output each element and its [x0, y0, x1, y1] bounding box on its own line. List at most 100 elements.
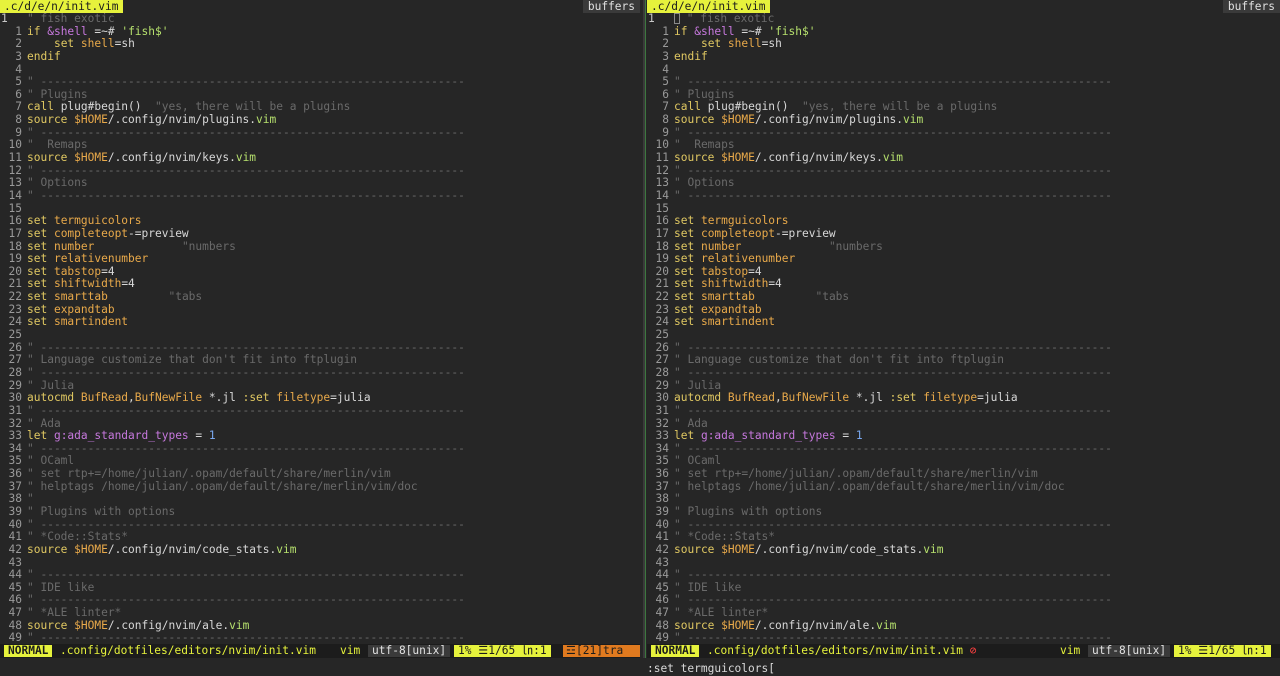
code-line[interactable]: 7 call plug#begin() "yes, there will be a… [647, 101, 1280, 114]
code-line[interactable]: 25 [0, 329, 640, 342]
code-line[interactable]: 42 source $HOME/.config/nvim/code_stats.v… [647, 544, 1280, 557]
code-line[interactable]: 33 let g:ada_standard_types = 1 [0, 430, 640, 443]
code-line[interactable]: 24 set smartindent [0, 316, 640, 329]
code-line[interactable]: 46 " ------------------------------------… [647, 594, 1280, 607]
code-line[interactable]: 12 " ------------------------------------… [647, 165, 1280, 178]
code-line[interactable]: 6 " Plugins [0, 89, 640, 102]
code-line[interactable]: 18 set number "numbers [0, 241, 640, 254]
code-line[interactable]: 46 " ------------------------------------… [0, 594, 640, 607]
code-line[interactable]: 3 endif [0, 51, 640, 64]
code-line[interactable]: 12 " ------------------------------------… [0, 165, 640, 178]
code-line[interactable]: 27 " Language customize that don't fit in… [0, 354, 640, 367]
code-line[interactable]: 17 set completeopt-=preview [0, 228, 640, 241]
code-line[interactable]: 2 set shell=sh [647, 38, 1280, 51]
code-line[interactable]: 4 [0, 64, 640, 77]
code-line[interactable]: 29 " Julia [647, 380, 1280, 393]
command-line[interactable]: :set termguicolors[ [647, 662, 775, 676]
code-line[interactable]: 32 " Ada [647, 418, 1280, 431]
code-line[interactable]: 13 " Options [647, 177, 1280, 190]
code-line[interactable]: 21 set shiftwidth=4 [647, 278, 1280, 291]
code-line[interactable]: 37 " helptags /home/julian/.opam/default/… [0, 481, 640, 494]
code-line[interactable]: 13 " Options [0, 177, 640, 190]
code-line[interactable]: 36 " set rtp+=/home/julian/.opam/default/… [0, 468, 640, 481]
code-line[interactable]: 39 " Plugins with options [647, 506, 1280, 519]
code-line[interactable]: 20 set tabstop=4 [0, 266, 640, 279]
code-line[interactable]: 21 set shiftwidth=4 [0, 278, 640, 291]
code-line[interactable]: 33 let g:ada_standard_types = 1 [647, 430, 1280, 443]
code-line[interactable]: 22 set smarttab "tabs [0, 291, 640, 304]
code-line[interactable]: 34 " ------------------------------------… [0, 443, 640, 456]
code-line[interactable]: 39 " Plugins with options [0, 506, 640, 519]
code-line[interactable]: 24 set smartindent [647, 316, 1280, 329]
right-window[interactable]: .c/d/e/n/init.vim buffers 1 " fish exoti… [647, 0, 1280, 658]
code-line[interactable]: 16 set termguicolors [647, 215, 1280, 228]
code-line[interactable]: 1 " fish exotic [647, 13, 1280, 26]
left-buffers-label[interactable]: buffers [582, 0, 640, 13]
code-line[interactable]: 10 " Remaps [0, 139, 640, 152]
code-line[interactable]: 20 set tabstop=4 [647, 266, 1280, 279]
code-line[interactable]: 23 set expandtab [0, 304, 640, 317]
code-line[interactable]: 8 source $HOME/.config/nvim/plugins.vim [647, 114, 1280, 127]
code-line[interactable]: 4 [647, 64, 1280, 77]
code-line[interactable]: 31 " ------------------------------------… [0, 405, 640, 418]
code-line[interactable]: 44 " ------------------------------------… [0, 569, 640, 582]
code-line[interactable]: 30 autocmd BufRead,BufNewFile *.jl :set f… [0, 392, 640, 405]
left-warning-indicator[interactable]: ☲[21]tra [563, 645, 640, 657]
code-line[interactable]: 11 source $HOME/.config/nvim/keys.vim [647, 152, 1280, 165]
code-line[interactable]: 9 " -------------------------------------… [0, 127, 640, 140]
code-line[interactable]: 1 if &shell =~# 'fish$' [647, 26, 1280, 39]
code-line[interactable]: 27 " Language customize that don't fit in… [647, 354, 1280, 367]
vertical-split-divider[interactable] [640, 0, 647, 676]
code-line[interactable]: 23 set expandtab [647, 304, 1280, 317]
code-line[interactable]: 25 [647, 329, 1280, 342]
code-line[interactable]: 35 " OCaml [0, 455, 640, 468]
code-line[interactable]: 10 " Remaps [647, 139, 1280, 152]
code-line[interactable]: 41 " *Code::Stats* [647, 531, 1280, 544]
code-line[interactable]: 32 " Ada [0, 418, 640, 431]
code-line[interactable]: 40 " ------------------------------------… [647, 519, 1280, 532]
code-line[interactable]: 1 if &shell =~# 'fish$' [0, 26, 640, 39]
code-line[interactable]: 18 set number "numbers [647, 241, 1280, 254]
code-line[interactable]: 26 " ------------------------------------… [0, 342, 640, 355]
code-line[interactable]: 8 source $HOME/.config/nvim/plugins.vim [0, 114, 640, 127]
code-line[interactable]: 42 source $HOME/.config/nvim/code_stats.v… [0, 544, 640, 557]
code-line[interactable]: 16 set termguicolors [0, 215, 640, 228]
code-line[interactable]: 48 source $HOME/.config/nvim/ale.vim [647, 620, 1280, 633]
code-line[interactable]: 45 " IDE like [0, 582, 640, 595]
code-line[interactable]: 38 " [647, 493, 1280, 506]
code-line[interactable]: 28 " ------------------------------------… [0, 367, 640, 380]
code-line[interactable]: 43 [0, 557, 640, 570]
code-line[interactable]: 29 " Julia [0, 380, 640, 393]
code-line[interactable]: 9 " -------------------------------------… [647, 127, 1280, 140]
code-line[interactable]: 40 " ------------------------------------… [0, 519, 640, 532]
left-window[interactable]: .c/d/e/n/init.vim buffers 1 " fish exotic… [0, 0, 640, 658]
code-line[interactable]: 28 " ------------------------------------… [647, 367, 1280, 380]
code-line[interactable]: 26 " ------------------------------------… [647, 342, 1280, 355]
code-line[interactable]: 1 " fish exotic [0, 13, 640, 26]
left-editor-buffer[interactable]: 1 " fish exotic 1 if &shell =~# 'fish$' 2 se… [0, 13, 640, 658]
code-line[interactable]: 6 " Plugins [647, 89, 1280, 102]
code-line[interactable]: 38 " [0, 493, 640, 506]
code-line[interactable]: 45 " IDE like [647, 582, 1280, 595]
code-line[interactable]: 31 " ------------------------------------… [647, 405, 1280, 418]
right-editor-buffer[interactable]: 1 " fish exotic 1 if &shell =~# 'fish$' 2 s… [647, 13, 1280, 658]
code-line[interactable]: 34 " ------------------------------------… [647, 443, 1280, 456]
code-line[interactable]: 5 " -------------------------------------… [0, 76, 640, 89]
right-tab-active[interactable]: .c/d/e/n/init.vim [647, 0, 770, 13]
code-line[interactable]: 2 set shell=sh [0, 38, 640, 51]
code-line[interactable]: 5 " -------------------------------------… [647, 76, 1280, 89]
code-line[interactable]: 14 " ------------------------------------… [0, 190, 640, 203]
code-line[interactable]: 22 set smarttab "tabs [647, 291, 1280, 304]
code-line[interactable]: 3 endif [647, 51, 1280, 64]
right-buffers-label[interactable]: buffers [1222, 0, 1280, 13]
code-line[interactable]: 15 [647, 203, 1280, 216]
code-line[interactable]: 7 call plug#begin() "yes, there will be a… [0, 101, 640, 114]
code-line[interactable]: 44 " ------------------------------------… [647, 569, 1280, 582]
code-line[interactable]: 43 [647, 557, 1280, 570]
code-line[interactable]: 17 set completeopt-=preview [647, 228, 1280, 241]
code-line[interactable]: 19 set relativenumber [0, 253, 640, 266]
code-line[interactable]: 48 source $HOME/.config/nvim/ale.vim [0, 620, 640, 633]
code-line[interactable]: 30 autocmd BufRead,BufNewFile *.jl :set f… [647, 392, 1280, 405]
code-line[interactable]: 36 " set rtp+=/home/julian/.opam/default/… [647, 468, 1280, 481]
code-line[interactable]: 11 source $HOME/.config/nvim/keys.vim [0, 152, 640, 165]
